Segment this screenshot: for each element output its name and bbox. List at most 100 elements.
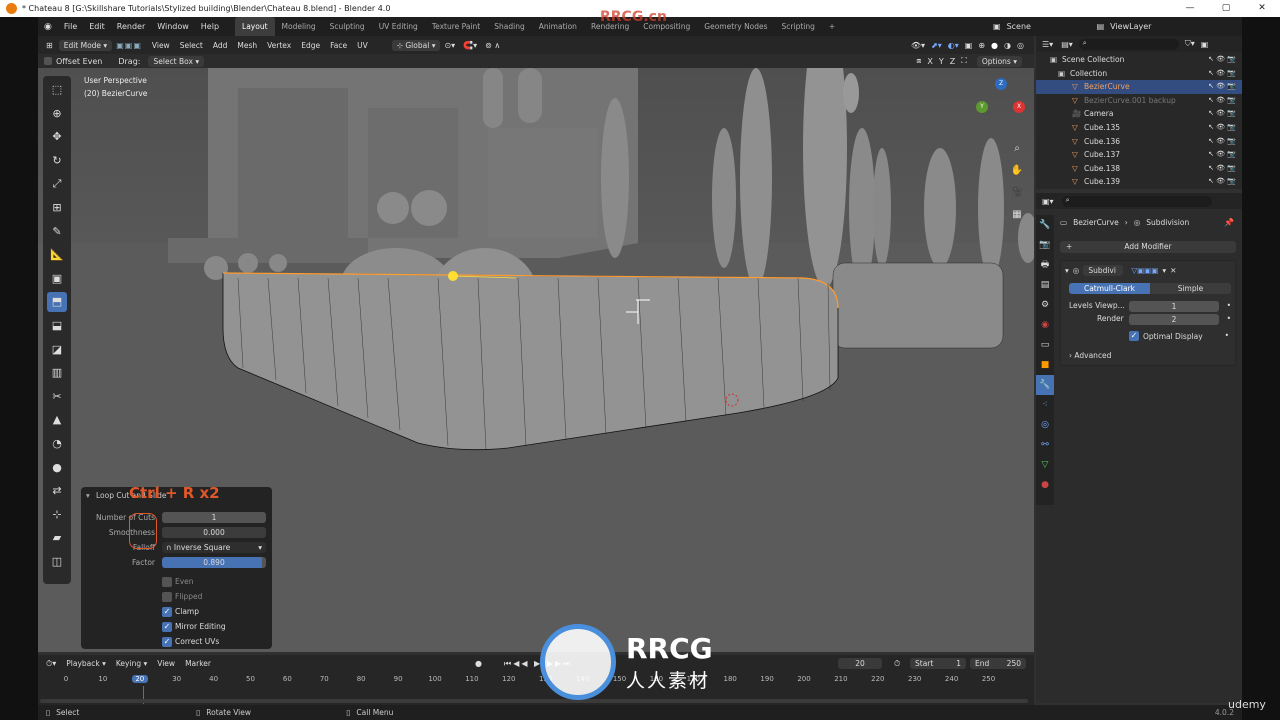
checkbox-icon[interactable]: ✓ — [162, 607, 172, 617]
new-collection-icon[interactable]: ▣ — [1201, 40, 1209, 49]
start-frame-field[interactable]: Start 1 — [910, 658, 966, 669]
panel-collapse-icon[interactable]: ▾ — [86, 491, 90, 500]
falloff-dropdown[interactable]: ∩ Inverse Square ▾ — [162, 542, 266, 553]
option-clamp[interactable]: ✓ Clamp — [81, 606, 272, 620]
smooth-tool-icon[interactable]: ● — [47, 457, 67, 477]
pivot-icon[interactable]: ⊙▾ — [444, 41, 455, 50]
edge-slide-tool-icon[interactable]: ⇄ — [47, 481, 67, 501]
select-box-tool-icon[interactable]: ⬚ — [47, 80, 67, 100]
visibility-icons[interactable]: ↖ 👁 📷 — [1208, 94, 1236, 108]
menu-add[interactable]: Add — [213, 41, 228, 50]
outliner-item[interactable]: ▽ Cube.139 ↖ 👁 📷 — [1036, 175, 1242, 189]
loop-cut-tool-icon[interactable]: ▥ — [47, 363, 67, 383]
record-icon[interactable]: ● — [475, 659, 482, 668]
menu-help[interactable]: Help — [195, 22, 225, 31]
scale-tool-icon[interactable]: ⤢ — [47, 174, 67, 194]
knife-tool-icon[interactable]: ✂ — [47, 386, 67, 406]
cursor-tool-icon[interactable]: ⊕ — [47, 103, 67, 123]
options-button[interactable]: Options ▾ — [976, 55, 1022, 67]
shear-tool-icon[interactable]: ▰ — [47, 528, 67, 548]
menu-file[interactable]: File — [58, 22, 83, 31]
viewlayer-selector[interactable]: ViewLayer — [1110, 22, 1151, 31]
world-tab-icon[interactable]: ◉ — [1036, 315, 1054, 335]
gizmo-z[interactable]: Z — [995, 78, 1007, 90]
outliner-scene-collection[interactable]: ▣ Scene Collection ↖ 👁 📷 — [1036, 53, 1242, 67]
tab-scripting[interactable]: Scripting — [775, 17, 822, 36]
orientation-selector[interactable]: ⊹ Global ▾ — [391, 39, 441, 51]
tab-layout[interactable]: Layout — [235, 17, 275, 36]
tab-shading[interactable]: Shading — [487, 17, 531, 36]
outliner-item[interactable]: ▽ BezierCurve ↖ 👁 📷 — [1036, 80, 1242, 94]
levels-field[interactable]: 1 — [1129, 301, 1219, 312]
data-tab-icon[interactable]: ▽ — [1036, 455, 1054, 475]
annotate-tool-icon[interactable]: ✎ — [47, 221, 67, 241]
outliner-item[interactable]: ▽ Cube.135 ↖ 👁 📷 — [1036, 121, 1242, 135]
timeline-scrollbar[interactable] — [40, 699, 1028, 703]
visibility-icons[interactable]: ↖ 👁 📷 — [1208, 107, 1236, 121]
constraints-tab-icon[interactable]: ⚯ — [1036, 435, 1054, 455]
outliner-item[interactable]: ▽ BezierCurve.001 backup ↖ 👁 📷 — [1036, 94, 1242, 108]
mirror-y-toggle[interactable]: Y — [939, 57, 944, 66]
optimal-display-checkbox[interactable]: ✓ — [1129, 331, 1139, 341]
menu-render[interactable]: Render — [111, 22, 151, 31]
render-field[interactable]: 2 — [1129, 314, 1219, 325]
camera-view-icon[interactable]: 🎥 — [1008, 182, 1026, 204]
frame-ruler[interactable]: 0102030405060708090100110120130140150160… — [38, 674, 1034, 688]
view-layer-tab-icon[interactable]: ▤ — [1036, 275, 1054, 295]
modifier-collapse-icon[interactable]: ▾ — [1065, 266, 1069, 275]
material-tab-icon[interactable]: ● — [1036, 475, 1054, 495]
checkbox-icon[interactable]: ✓ — [162, 637, 172, 647]
end-frame-field[interactable]: End 250 — [970, 658, 1026, 669]
render-dot[interactable]: • — [1227, 314, 1231, 323]
extrude-tool-icon[interactable]: ⬒ — [47, 291, 67, 312]
editor-type-icon[interactable]: ⊞ — [46, 41, 53, 50]
outliner-item[interactable]: ▽ Cube.136 ↖ 👁 📷 — [1036, 135, 1242, 149]
outliner-item[interactable]: ▽ Cube.138 ↖ 👁 📷 — [1036, 162, 1242, 176]
pan-hand-icon[interactable]: ✋ — [1008, 160, 1026, 182]
outliner-item[interactable]: 🎥 Camera ↖ 👁 📷 — [1036, 107, 1242, 121]
menu-face[interactable]: Face — [330, 41, 347, 50]
tab-modeling[interactable]: Modeling — [275, 17, 323, 36]
outliner-collection[interactable]: ▣ Collection ↖ 👁 📷 — [1036, 67, 1242, 81]
add-modifier-button[interactable]: + Add Modifier — [1060, 241, 1236, 253]
tab-geometry-nodes[interactable]: Geometry Nodes — [697, 17, 774, 36]
modifier-tab-icon[interactable]: 🔧 — [1036, 375, 1054, 395]
filter-icon[interactable]: ⛉▾ — [1185, 39, 1195, 49]
bevel-tool-icon[interactable]: ◪ — [47, 339, 67, 359]
menu-mesh[interactable]: Mesh — [237, 41, 257, 50]
drag-selector[interactable]: Select Box ▾ — [148, 55, 205, 67]
checkbox-icon[interactable] — [162, 577, 172, 587]
outliner-item[interactable]: ▽ Cube.137 ↖ 👁 📷 — [1036, 148, 1242, 162]
menu-window[interactable]: Window — [151, 22, 195, 31]
visibility-icons[interactable]: ↖ 👁 📷 — [1208, 67, 1236, 81]
display-mode-icon[interactable]: ▤▾ — [1061, 40, 1073, 49]
tab-uv-editing[interactable]: UV Editing — [372, 17, 425, 36]
properties-search[interactable]: ⌕ — [1061, 195, 1212, 207]
visibility-icons[interactable]: ↖ 👁 📷 — [1208, 53, 1236, 67]
measure-tool-icon[interactable]: 📐 — [47, 245, 67, 265]
zoom-icon[interactable]: ⌕ — [1008, 138, 1026, 160]
poly-build-tool-icon[interactable]: ▲ — [47, 410, 67, 430]
tab-animation[interactable]: Animation — [532, 17, 584, 36]
menu-edge[interactable]: Edge — [301, 41, 320, 50]
ruler-icon[interactable]: ⛶ — [961, 56, 967, 66]
option-flipped[interactable]: Flipped — [81, 591, 272, 605]
visibility-icons[interactable]: ↖ 👁 📷 — [1208, 135, 1236, 149]
scene-selector[interactable]: Scene — [1007, 22, 1067, 31]
mirror-icon[interactable]: ⧈ — [916, 56, 921, 66]
modifier-remove-icon[interactable]: ✕ — [1170, 266, 1176, 275]
shading-rendered-icon[interactable]: ◎ — [1017, 41, 1024, 50]
collection-tab-icon[interactable]: ▭ — [1036, 335, 1054, 355]
overlay-icon[interactable]: ◐▾ — [948, 41, 959, 50]
shrink-tool-icon[interactable]: ⊹ — [47, 504, 67, 524]
tool-tab-icon[interactable]: 🔧 — [1036, 215, 1054, 235]
menu-playback[interactable]: Playback ▾ — [66, 659, 106, 668]
tab-texture-paint[interactable]: Texture Paint — [425, 17, 487, 36]
move-tool-icon[interactable]: ✥ — [47, 127, 67, 147]
advanced-label[interactable]: Advanced — [1074, 351, 1111, 360]
menu-timeline-view[interactable]: View — [157, 659, 175, 668]
maximize-button[interactable]: ▢ — [1208, 0, 1244, 17]
physics-tab-icon[interactable]: ◎ — [1036, 415, 1054, 435]
properties-editor-icon[interactable]: ▣▾ — [1042, 197, 1054, 206]
optimal-dot[interactable]: • — [1225, 331, 1229, 340]
